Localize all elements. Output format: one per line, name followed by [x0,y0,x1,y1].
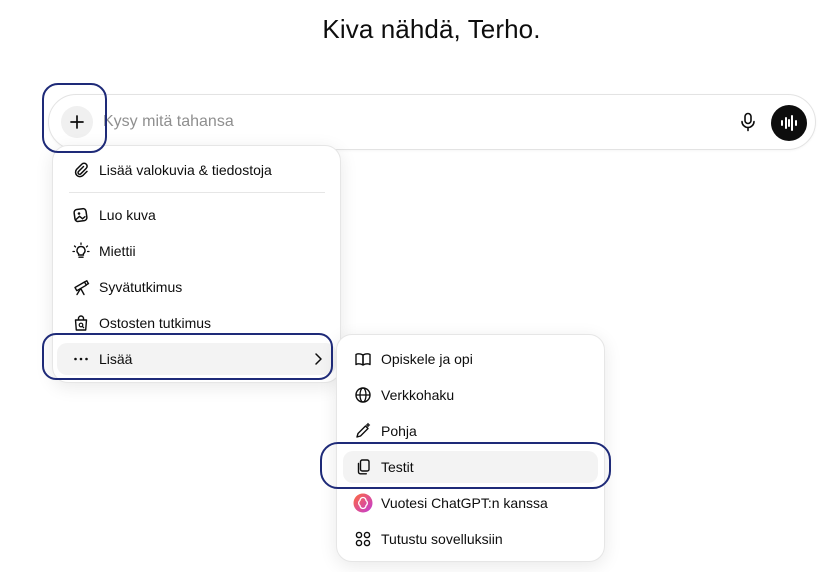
menu-item-label: Syvätutkimus [99,279,183,295]
globe-icon [353,385,373,405]
menu-item-label: Ostosten tutkimus [99,315,212,331]
submenu-item-quizzes[interactable]: Testit [343,451,598,483]
more-dots-icon [71,349,91,369]
menu-item-think[interactable]: Miettii [63,235,332,267]
submenu-item-label: Tutustu sovelluksiin [381,531,503,547]
menu-item-label: Lisää valokuvia & tiedostoja [99,162,272,178]
prompt-composer [48,94,816,150]
submenu-item-web-search[interactable]: Verkkohaku [343,379,598,411]
attach-menu: Lisää valokuvia & tiedostoja Luo kuva Mi… [52,145,341,383]
pen-sparkle-icon [353,421,373,441]
shopping-bag-icon [71,313,91,333]
plus-icon [70,115,84,129]
menu-item-label: Luo kuva [99,207,156,223]
chatgpt-year-icon [353,493,373,513]
menu-item-more[interactable]: Lisää [57,343,336,375]
cards-icon [353,457,373,477]
book-icon [353,349,373,369]
paperclip-icon [71,160,91,180]
more-submenu: Opiskele ja opi Verkkohaku Pohja Testit … [336,334,605,562]
menu-item-label: Miettii [99,243,136,259]
menu-item-shopping-research[interactable]: Ostosten tutkimus [63,307,332,339]
submenu-item-label: Verkkohaku [381,387,455,403]
menu-item-create-image[interactable]: Luo kuva [63,199,332,231]
apps-grid-icon [353,529,373,549]
dictate-button[interactable] [735,109,761,135]
submenu-item-canvas[interactable]: Pohja [343,415,598,447]
telescope-icon [71,277,91,297]
submenu-item-explore-apps[interactable]: Tutustu sovelluksiin [343,523,598,555]
submenu-item-label: Testit [381,459,414,475]
submenu-item-label: Vuotesi ChatGPT:n kanssa [381,495,548,511]
voice-mode-button[interactable] [771,105,807,141]
microphone-icon [741,112,755,132]
submenu-item-label: Pohja [381,423,417,439]
greeting-title: Kiva nähdä, Terho. [322,14,541,44]
prompt-input[interactable] [103,111,663,133]
menu-divider [69,192,325,193]
submenu-item-study[interactable]: Opiskele ja opi [343,343,598,375]
submenu-item-label: Opiskele ja opi [381,351,473,367]
image-icon [71,205,91,225]
chevron-right-icon [315,353,322,365]
menu-item-add-files[interactable]: Lisää valokuvia & tiedostoja [63,154,332,186]
lightbulb-icon [71,241,91,261]
waveform-icon [781,115,797,131]
submenu-item-year-with-chatgpt[interactable]: Vuotesi ChatGPT:n kanssa [343,487,598,519]
attach-plus-button[interactable] [61,106,93,138]
menu-item-label: Lisää [99,351,133,367]
menu-item-deep-research[interactable]: Syvätutkimus [63,271,332,303]
